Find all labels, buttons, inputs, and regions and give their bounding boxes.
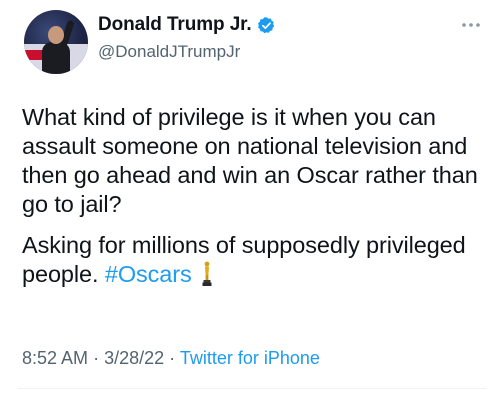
tweet-paragraph-2: Asking for millions of supposedly privil… [22, 231, 482, 289]
tweet-date[interactable]: 3/28/22 [104, 348, 164, 368]
avatar[interactable] [24, 10, 88, 74]
tweet-meta: 8:52 AM · 3/28/22 · Twitter for iPhone [22, 348, 320, 369]
tweet-source-link[interactable]: Twitter for iPhone [180, 348, 320, 368]
tweet-text: What kind of privilege is it when you ca… [22, 103, 482, 289]
user-handle[interactable]: @DonaldJTrumpJr [98, 42, 240, 62]
tweet-header: Donald Trump Jr. @DonaldJTrumpJr [18, 8, 482, 78]
meta-separator: · [169, 348, 176, 368]
verified-badge-icon [257, 16, 274, 33]
oscar-statue-icon [202, 261, 212, 286]
tweet-paragraph-2-text: Asking for millions of supposedly privil… [22, 232, 466, 287]
tweet-time[interactable]: 8:52 AM [22, 348, 88, 368]
hashtag-link[interactable]: #Oscars [105, 261, 192, 287]
meta-separator: · [93, 348, 100, 368]
name-row: Donald Trump Jr. [98, 14, 276, 36]
avatar-figure-head [48, 26, 64, 44]
tweet-paragraph-1: What kind of privilege is it when you ca… [22, 104, 478, 217]
avatar-figure-body [42, 42, 70, 74]
more-options-icon[interactable] [460, 18, 482, 32]
display-name[interactable]: Donald Trump Jr. [98, 14, 252, 36]
divider [18, 388, 486, 389]
